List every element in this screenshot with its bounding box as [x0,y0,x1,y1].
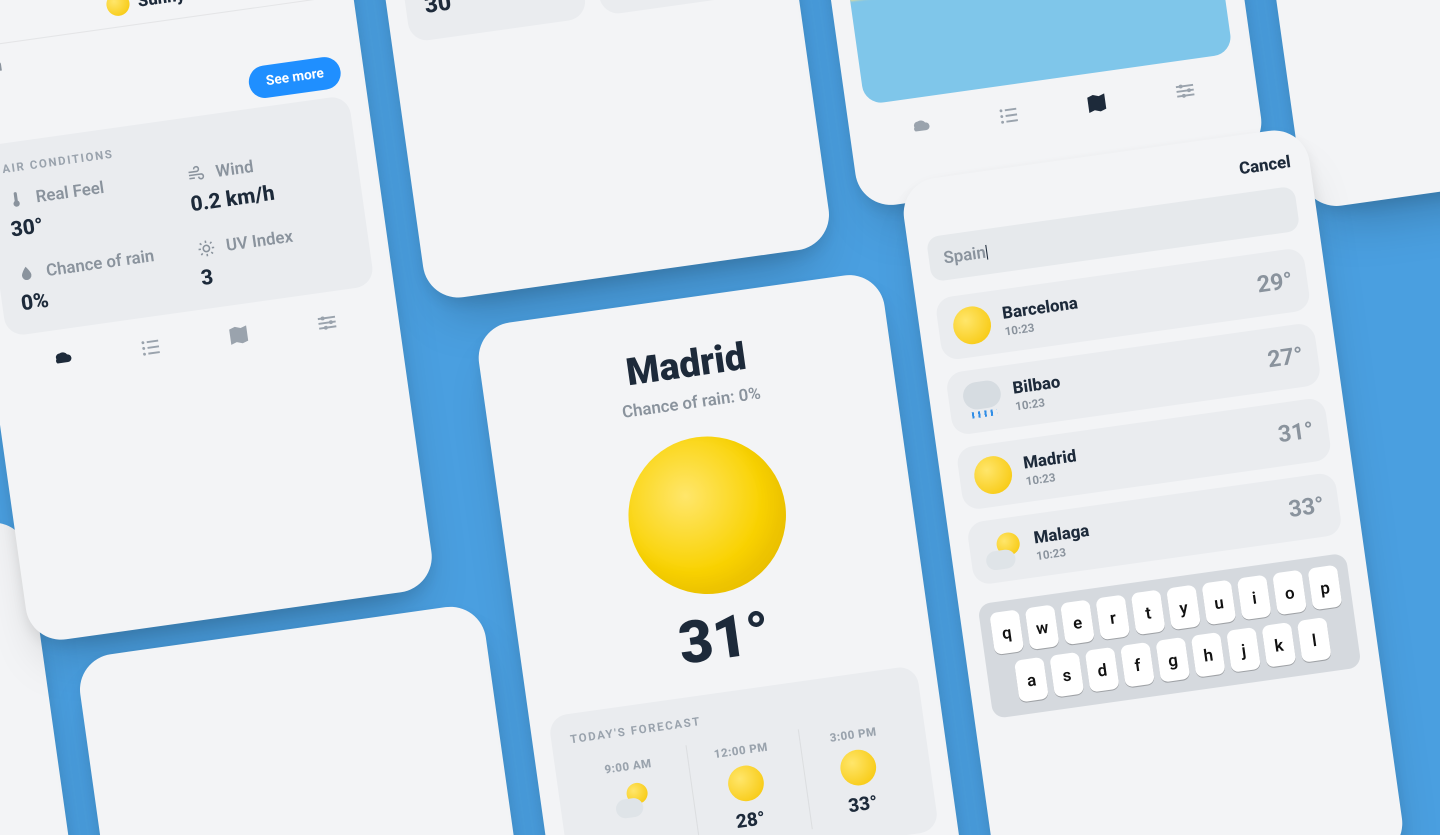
key-a[interactable]: a [1014,657,1049,703]
phone-splash [75,602,557,835]
key-w[interactable]: w [1025,604,1060,650]
air-real-feel: Real Feel 30° [5,170,163,242]
city-temp: 31° [1276,417,1315,448]
hour-slot[interactable]: 9:00 AM [573,746,693,835]
drop-icon [16,263,37,284]
phone-search: Cancel Spain Barcelona10:2329°Bilbao10:2… [899,126,1407,835]
metric-chance-of-rain: CHANCE OF RAIN 0% [590,0,779,16]
key-p[interactable]: p [1307,565,1342,611]
thermometer-icon [5,189,26,210]
see-more-button[interactable]: See more [247,55,343,100]
key-g[interactable]: g [1155,637,1190,683]
key-y[interactable]: y [1166,585,1201,631]
key-u[interactable]: u [1201,580,1236,626]
wind-icon [185,163,206,184]
nav-settings-icon[interactable] [1170,77,1200,104]
today-forecast-card: TODAY'S FORECAST 9:00 AM 12:00 PM 28° 3:… [548,665,939,835]
partly-cloudy-icon [612,779,652,819]
metric-feels-like: FEELS LIKE 30° [399,0,588,43]
key-o[interactable]: o [1272,570,1307,616]
air-chance-of-rain: Chance of rain 0% [16,243,174,315]
nav-settings-icon[interactable] [312,309,342,336]
key-q[interactable]: q [989,609,1024,655]
key-s[interactable]: s [1049,652,1084,698]
phone-city-detail: Madrid Chance of rain: 0% 31° TODAY'S FO… [474,270,979,835]
key-i[interactable]: i [1237,575,1272,621]
city-temp: 33° [1287,492,1326,523]
sun-outline-icon [196,237,217,258]
nav-map-icon[interactable] [224,322,254,349]
key-r[interactable]: r [1095,594,1130,640]
city-temp: 29° [1255,267,1294,298]
sun-icon [838,748,878,788]
hour-slot[interactable]: 12:00 PM 28° [685,730,805,835]
keyboard[interactable]: qwertyuiop asdfghjkl [977,553,1361,719]
sun-icon [725,763,765,803]
key-e[interactable]: e [1060,599,1095,645]
nav-weather-icon[interactable] [906,115,936,142]
hour-slot[interactable]: 3:00 PM 33° [798,715,918,830]
nav-list-icon[interactable] [994,102,1024,129]
partly-icon [982,529,1025,572]
rain-icon [961,379,1004,422]
air-uv-index: UV Index 3 [196,218,354,290]
key-h[interactable]: h [1191,632,1226,678]
umbrella-icon [227,812,405,835]
nav-weather-icon[interactable] [48,346,78,373]
key-j[interactable]: j [1226,627,1261,673]
key-k[interactable]: k [1261,622,1296,668]
key-t[interactable]: t [1131,589,1166,635]
nav-map-icon[interactable] [1082,90,1112,117]
sun-icon [105,0,131,17]
nav-list-icon[interactable] [136,334,166,361]
key-f[interactable]: f [1120,642,1155,688]
sun-large-icon [618,426,796,604]
phone-metrics: 3 HUMIDITY 56% VISIBILITY 12 km FEELS LI… [351,0,834,302]
phone-forecast: Thu Cloudy 37/21 Fri Rainy 37/21 Sat Sun… [0,0,436,644]
sun-icon [951,304,994,347]
city-temp: 27° [1266,342,1305,373]
key-l[interactable]: l [1297,617,1332,663]
key-d[interactable]: d [1085,647,1120,693]
air-wind: Wind 0.2 km/h [185,144,343,216]
sun-icon [972,454,1015,497]
